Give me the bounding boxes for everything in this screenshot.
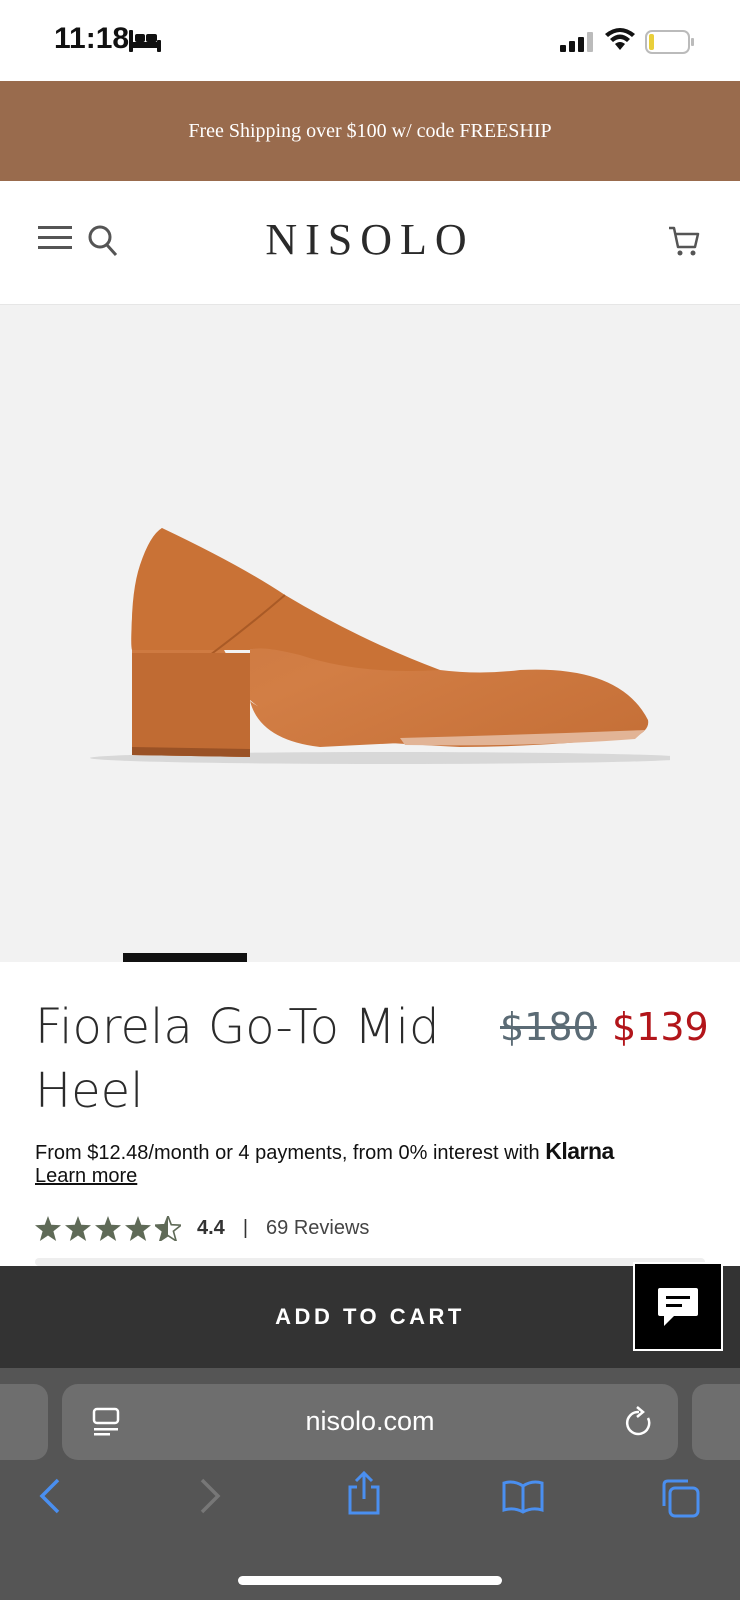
previous-tab[interactable] <box>0 1384 48 1460</box>
sale-price: $139 <box>612 1005 709 1049</box>
review-count-link[interactable]: 69 Reviews <box>266 1217 369 1240</box>
bookmarks-icon[interactable] <box>502 1480 544 1519</box>
carousel-indicator[interactable] <box>123 953 247 962</box>
battery-icon <box>645 30 695 59</box>
product-title: Fiorela Go-To Mid Heel <box>35 999 440 1119</box>
site-logo[interactable]: NISOLO <box>0 214 740 265</box>
status-time: 11:18 <box>54 22 130 55</box>
section-divider <box>35 1258 705 1266</box>
financing-line: From $12.48/month or 4 payments, from 0%… <box>35 1138 614 1165</box>
star-icon <box>65 1216 91 1241</box>
next-tab[interactable] <box>692 1384 740 1460</box>
share-icon[interactable] <box>346 1470 382 1520</box>
add-to-cart-label: ADD TO CART <box>275 1304 465 1329</box>
original-price: $180 <box>500 1005 597 1049</box>
rating-value: 4.4 <box>197 1217 225 1239</box>
site-header: NISOLO <box>0 181 740 305</box>
star-icon <box>35 1216 61 1241</box>
forward-icon[interactable] <box>198 1478 222 1519</box>
financing-text: From $12.48/month or 4 payments, from 0%… <box>35 1142 540 1164</box>
learn-more-link[interactable]: Learn more <box>35 1165 137 1188</box>
rating-separator: | <box>242 1217 249 1239</box>
browser-bottom-bar: nisolo.com <box>0 1368 740 1600</box>
promo-text: Free Shipping over $100 w/ code FREESHIP <box>188 119 552 142</box>
klarna-logo: Klarna <box>545 1138 614 1164</box>
url-text: nisolo.com <box>305 1406 435 1436</box>
star-icon <box>95 1216 121 1241</box>
chat-icon <box>658 1287 698 1326</box>
wifi-icon <box>605 28 635 57</box>
chat-button[interactable] <box>633 1262 723 1351</box>
sleep-icon <box>129 30 161 57</box>
status-bar: 11:18 <box>0 0 740 81</box>
product-image[interactable] <box>0 305 740 962</box>
reload-icon[interactable] <box>624 1406 654 1443</box>
cart-icon[interactable] <box>668 225 700 262</box>
half-star-icon <box>155 1216 181 1241</box>
tabs-icon[interactable] <box>660 1478 700 1523</box>
promo-banner: Free Shipping over $100 w/ code FREESHIP <box>0 81 740 181</box>
star-icon <box>125 1216 151 1241</box>
rating-row[interactable]: 4.4 | 69 Reviews <box>35 1216 369 1241</box>
add-to-cart-button[interactable]: ADD TO CART <box>0 1266 740 1368</box>
back-icon[interactable] <box>38 1478 62 1519</box>
address-bar[interactable]: nisolo.com <box>62 1384 678 1460</box>
signal-icon <box>560 32 594 57</box>
shoe-image <box>90 528 670 764</box>
home-indicator <box>238 1576 502 1585</box>
